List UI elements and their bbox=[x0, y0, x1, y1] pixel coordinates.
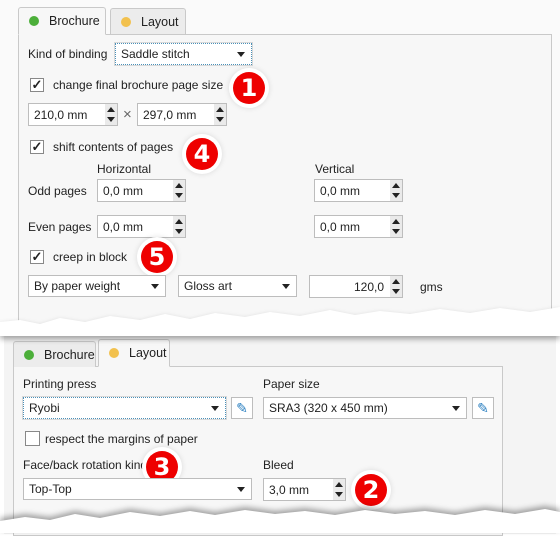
odd-horizontal-spinner[interactable]: 0,0 mm bbox=[97, 179, 186, 202]
horizontal-label: Horizontal bbox=[97, 162, 152, 176]
paper-weight-spinner[interactable]: 120,0 bbox=[309, 275, 403, 298]
height-spinner[interactable]: 297,0 mm bbox=[137, 103, 227, 126]
green-dot-icon bbox=[29, 16, 39, 26]
value: 0,0 mm bbox=[103, 183, 144, 198]
tab-brochure[interactable]: Brochure bbox=[13, 341, 96, 367]
vertical-label: Vertical bbox=[315, 162, 355, 176]
even-vertical-spinner[interactable]: 0,0 mm bbox=[314, 215, 403, 238]
chevron-down-icon bbox=[151, 284, 159, 289]
chevron-down-icon bbox=[282, 284, 290, 289]
shift-label: shift contents of pages bbox=[53, 140, 174, 154]
bleed-label: Bleed bbox=[263, 458, 294, 472]
tab-brochure[interactable]: Brochure bbox=[18, 7, 106, 35]
even-horizontal-spinner[interactable]: 0,0 mm bbox=[97, 215, 186, 238]
callout-badge-2: 2 bbox=[355, 474, 387, 506]
change-size-label: change final brochure page size bbox=[53, 78, 224, 92]
callout-badge-4: 4 bbox=[186, 138, 218, 170]
times-sign: × bbox=[123, 106, 132, 123]
rotation-dropdown[interactable]: Top-Top bbox=[23, 478, 252, 500]
creep-checkbox[interactable]: ✓ bbox=[30, 250, 44, 264]
even-pages-label: Even pages bbox=[28, 220, 92, 234]
value: Gloss art bbox=[184, 279, 233, 293]
shift-checkbox[interactable]: ✓ bbox=[30, 140, 44, 154]
rotation-label: Face/back rotation kind bbox=[23, 458, 148, 472]
value: Ryobi bbox=[29, 401, 60, 415]
binding-value: Saddle stitch bbox=[121, 47, 190, 61]
yellow-dot-icon bbox=[109, 348, 119, 358]
paper-size-label: Paper size bbox=[263, 377, 320, 391]
printing-press-dropdown[interactable]: Ryobi bbox=[23, 397, 226, 419]
binding-dropdown[interactable]: Saddle stitch bbox=[115, 43, 252, 65]
value: 0,0 mm bbox=[320, 219, 361, 234]
green-dot-icon bbox=[24, 349, 34, 360]
spinner-buttons[interactable] bbox=[333, 479, 345, 500]
value: 3,0 mm bbox=[269, 482, 310, 497]
creep-method-dropdown[interactable]: By paper weight bbox=[28, 275, 166, 297]
chevron-down-icon bbox=[237, 52, 245, 57]
chevron-down-icon bbox=[237, 487, 245, 492]
margins-label: respect the margins of paper bbox=[45, 432, 198, 446]
printing-press-label: Printing press bbox=[23, 377, 97, 391]
value: Top-Top bbox=[29, 482, 72, 496]
paper-size-dropdown[interactable]: SRA3 (320 x 450 mm) bbox=[263, 397, 467, 419]
edit-paper-button[interactable]: ✎ bbox=[472, 397, 494, 419]
callout-badge-1: 1 bbox=[233, 72, 265, 104]
callout-badge-5: 5 bbox=[141, 241, 173, 273]
weight-unit: gms bbox=[420, 280, 443, 294]
yellow-dot-icon bbox=[121, 16, 131, 27]
tab-label: Brochure bbox=[49, 14, 100, 28]
spinner-buttons[interactable] bbox=[173, 180, 185, 201]
height-value: 297,0 mm bbox=[143, 107, 197, 122]
edit-press-button[interactable]: ✎ bbox=[231, 397, 253, 419]
tab-layout[interactable]: Layout bbox=[98, 339, 170, 367]
value: By paper weight bbox=[34, 279, 121, 293]
spinner-buttons[interactable] bbox=[390, 216, 402, 237]
width-value: 210,0 mm bbox=[34, 107, 88, 122]
value: 0,0 mm bbox=[103, 219, 144, 234]
chevron-down-icon bbox=[211, 406, 219, 411]
binding-label: Kind of binding bbox=[28, 47, 108, 61]
margins-checkbox[interactable] bbox=[25, 431, 40, 446]
spinner-buttons[interactable] bbox=[390, 276, 402, 297]
value: 120,0 bbox=[353, 279, 384, 294]
chevron-down-icon bbox=[452, 406, 460, 411]
change-size-checkbox[interactable]: ✓ bbox=[30, 78, 44, 92]
tab-layout[interactable]: Layout bbox=[110, 8, 186, 34]
spinner-buttons[interactable] bbox=[214, 104, 226, 125]
odd-vertical-spinner[interactable]: 0,0 mm bbox=[314, 179, 403, 202]
torn-edge-bottom bbox=[0, 509, 560, 533]
width-spinner[interactable]: 210,0 mm bbox=[28, 103, 118, 126]
spinner-buttons[interactable] bbox=[390, 180, 402, 201]
spinner-buttons[interactable] bbox=[105, 104, 117, 125]
tab-label: Layout bbox=[141, 14, 179, 29]
value: SRA3 (320 x 450 mm) bbox=[269, 401, 388, 415]
pencil-icon: ✎ bbox=[477, 399, 489, 416]
tab-label: Brochure bbox=[44, 347, 95, 362]
odd-pages-label: Odd pages bbox=[28, 184, 87, 198]
torn-edge-top bbox=[0, 307, 560, 336]
spinner-buttons[interactable] bbox=[173, 216, 185, 237]
bleed-spinner[interactable]: 3,0 mm bbox=[263, 478, 346, 501]
value: 0,0 mm bbox=[320, 183, 361, 198]
paper-type-dropdown[interactable]: Gloss art bbox=[178, 275, 297, 297]
creep-label: creep in block bbox=[53, 250, 128, 264]
pencil-icon: ✎ bbox=[236, 399, 248, 416]
tab-label: Layout bbox=[129, 346, 167, 360]
